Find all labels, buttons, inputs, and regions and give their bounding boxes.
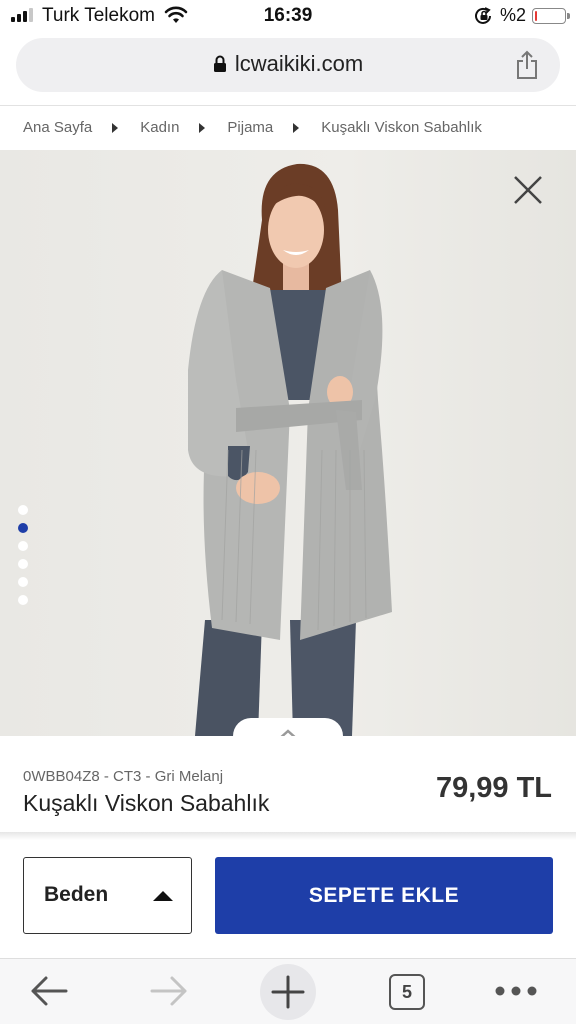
gallery-pagination[interactable]: [18, 505, 28, 605]
expand-details-button[interactable]: [233, 718, 343, 736]
gallery-dot[interactable]: [18, 577, 28, 587]
gallery-dot[interactable]: [18, 595, 28, 605]
breadcrumb-separator-icon: [199, 122, 206, 133]
back-arrow-icon[interactable]: [28, 973, 70, 1009]
size-select[interactable]: Beden: [23, 857, 192, 934]
chevron-up-icon: [280, 729, 296, 736]
gallery-dot[interactable]: [18, 541, 28, 551]
product-info: 0WBB04Z8 - CT3 - Gri Melanj Kuşaklı Visk…: [0, 736, 576, 832]
rotation-lock-icon: [475, 7, 491, 24]
breadcrumb-item-home[interactable]: Ana Sayfa: [23, 119, 92, 136]
product-code: 0WBB04Z8 - CT3 - Gri Melanj: [23, 768, 224, 785]
size-select-label: Beden: [44, 883, 109, 906]
share-icon[interactable]: [514, 50, 540, 80]
header-divider: [0, 105, 576, 106]
lock-icon: [213, 55, 226, 72]
battery-percent: %2: [500, 5, 527, 25]
forward-arrow-icon[interactable]: [148, 973, 190, 1009]
gallery-dot[interactable]: [18, 523, 28, 533]
breadcrumb-item-pijama[interactable]: Pijama: [227, 119, 273, 136]
breadcrumb-separator-icon: [112, 122, 119, 133]
url-bar[interactable]: lcwaikiki.com: [16, 38, 560, 92]
section-divider: [0, 832, 576, 840]
new-tab-plus-icon: [271, 975, 305, 1009]
breadcrumb: Ana Sayfa Kadın Pijama Kuşaklı Viskon Sa…: [23, 119, 482, 136]
caret-up-icon: [153, 891, 173, 901]
close-icon[interactable]: [512, 174, 544, 206]
tab-count: 5: [401, 981, 412, 1002]
gallery-dot[interactable]: [18, 559, 28, 569]
product-name: Kuşaklı Viskon Sabahlık: [23, 790, 270, 816]
breadcrumb-item-current: Kuşaklı Viskon Sabahlık: [321, 119, 482, 136]
gallery-dot[interactable]: [18, 505, 28, 515]
tabs-icon[interactable]: 5: [389, 974, 425, 1010]
battery-icon: [532, 8, 570, 24]
product-price: 79,99 TL: [435, 772, 552, 804]
breadcrumb-item-kadin[interactable]: Kadın: [140, 119, 179, 136]
url-text[interactable]: lcwaikiki.com: [235, 51, 363, 77]
breadcrumb-separator-icon: [293, 122, 300, 133]
browser-toolbar: 5: [0, 958, 576, 1024]
model-photo: [188, 163, 392, 736]
product-image[interactable]: [0, 150, 576, 736]
more-icon[interactable]: [494, 985, 538, 997]
new-tab-button[interactable]: [260, 964, 316, 1020]
battery-level: [535, 11, 537, 21]
status-bar: Turk Telekom 16:39 %2: [0, 0, 576, 34]
add-to-cart-button[interactable]: SEPETE EKLE: [215, 857, 553, 934]
